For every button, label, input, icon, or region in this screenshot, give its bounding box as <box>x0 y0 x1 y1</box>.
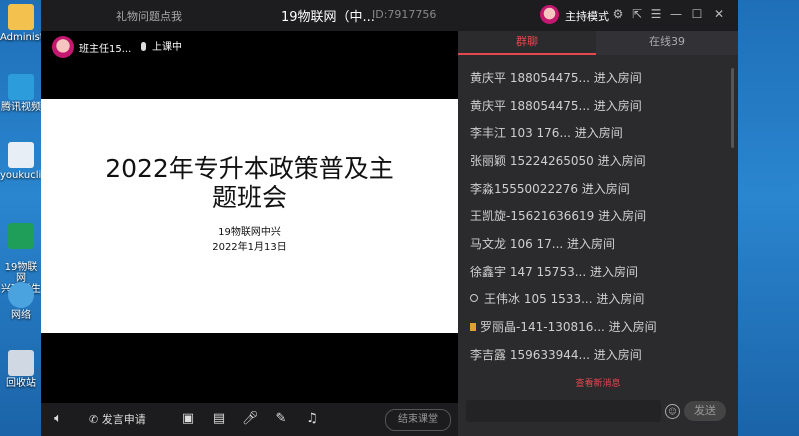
close-icon[interactable]: ✕ <box>711 6 727 22</box>
desktop-icon-tencent-video[interactable]: 腾讯视频 <box>0 74 42 113</box>
room-title: 19物联网（中... <box>281 10 375 25</box>
chat-panel: 群聊 在线39 黄庆平 188054475... 进入房间 黄庆平 188054… <box>458 31 738 436</box>
camera-off-icon[interactable]: ▣ <box>180 411 196 427</box>
chat-input[interactable] <box>466 400 661 422</box>
list-item: 马文龙 106 17... 进入房间 <box>470 237 616 251</box>
send-button[interactable]: 发送 <box>684 401 726 421</box>
gift-question-link[interactable]: 礼物问题点我 <box>116 8 182 24</box>
maximize-icon[interactable]: ☐ <box>689 6 705 22</box>
video-stage: 班主任15... 上课中 2022年专升本政策普及主 题班会 19物联网中兴 2… <box>41 31 458 403</box>
slide-title: 2022年专升本政策普及主 题班会 <box>81 154 418 212</box>
scrollbar[interactable] <box>731 68 734 148</box>
list-item-text: 罗丽晶-141-130816... 进入房间 <box>480 320 657 334</box>
list-item: 徐鑫宇 147 15753... 进入房间 <box>470 265 638 279</box>
host-avatar[interactable] <box>52 36 74 58</box>
desktop-icon-label: youkuclie <box>0 170 48 181</box>
class-status: 上课中 <box>141 38 182 53</box>
spreadsheet-icon <box>8 223 34 249</box>
edit-icon[interactable]: ✎ <box>273 411 289 427</box>
circle-icon <box>470 294 478 302</box>
recycle-bin-icon <box>8 350 34 376</box>
youku-icon <box>8 142 34 168</box>
music-icon[interactable]: ♫ <box>304 411 320 427</box>
list-item: 王伟冰 105 1533... 进入房间 <box>470 290 644 307</box>
desktop-icon-label: Administ <box>0 32 44 43</box>
gear-icon[interactable]: ⚙ <box>610 6 626 22</box>
list-item: 黄庆平 188054475... 进入房间 <box>470 99 642 113</box>
message-list: 黄庆平 188054475... 进入房间 黄庆平 188054475... 进… <box>458 64 738 414</box>
speaker-icon[interactable]: 🔈︎ <box>50 411 66 427</box>
speak-request-button[interactable]: ✆ 发言申请 <box>89 411 146 427</box>
view-new-messages-link[interactable]: 查看新消息 <box>458 376 738 389</box>
presentation-slide: 2022年专升本政策普及主 题班会 19物联网中兴 2022年1月13日 <box>41 99 458 333</box>
minimize-icon[interactable]: — <box>668 6 684 22</box>
menu-icon[interactable]: ☰ <box>648 6 664 22</box>
list-item: 罗丽晶-141-130816... 进入房间 <box>470 318 657 335</box>
slide-title-line-2: 题班会 <box>211 183 287 212</box>
desktop-icon-label: 网络 <box>11 310 31 321</box>
speak-request-label: 发言申请 <box>101 413 146 426</box>
desktop-icon-label: 回收站 <box>6 378 36 389</box>
emoji-icon[interactable]: ☺ <box>665 404 680 419</box>
list-item: 李淼15550022276 进入房间 <box>470 182 630 196</box>
list-item: 李丰江 103 176... 进入房间 <box>470 126 623 140</box>
tab-group-chat[interactable]: 群聊 <box>458 31 596 55</box>
list-item: 黄庆平 188054475... 进入房间 <box>470 71 642 85</box>
network-icon <box>8 282 34 308</box>
tab-online[interactable]: 在线39 <box>598 31 736 53</box>
classroom-window: 礼物问题点我 19物联网（中... ID:7917756 主持模式 ⚙ ⇱ ☰ … <box>41 0 738 436</box>
tencent-video-icon <box>8 74 34 100</box>
microphone-icon[interactable]: 🎤︎ <box>242 411 259 427</box>
list-item-text: 王伟冰 105 1533... 进入房间 <box>484 292 645 306</box>
desktop-icon-recycle-bin[interactable]: 回收站 <box>0 350 42 389</box>
title-bar: 礼物问题点我 19物联网（中... ID:7917756 主持模式 ⚙ ⇱ ☰ … <box>41 0 738 31</box>
bottom-toolbar: 🔈︎ ✆ 发言申请 ▣ ▤ 🎤︎ ✎ ♫ 结束课堂 <box>41 403 458 436</box>
desktop-icon-youku[interactable]: youkuclie <box>0 142 48 181</box>
desktop-icon-label: 腾讯视频 <box>1 102 41 113</box>
chat-tabs: 群聊 在线39 <box>458 31 738 55</box>
desktop-icon-administrator[interactable]: Administ <box>0 4 44 43</box>
list-item: 王凯旋-15621636619 进入房间 <box>470 209 647 223</box>
host-name: 班主任15... <box>79 44 132 55</box>
end-class-button[interactable]: 结束课堂 <box>385 409 451 431</box>
badge-icon <box>470 323 476 331</box>
phone-icon: ✆ <box>89 413 102 426</box>
external-link-icon[interactable]: ⇱ <box>629 6 645 22</box>
folder-icon <box>8 4 34 30</box>
room-id: ID:7917756 <box>372 8 437 21</box>
class-status-label: 上课中 <box>152 42 182 53</box>
microphone-icon <box>141 42 146 51</box>
desktop-icon-network[interactable]: 网络 <box>0 282 42 321</box>
avatar[interactable] <box>540 5 559 24</box>
slide-title-line-1: 2022年专升本政策普及主 <box>105 154 394 183</box>
host-mode-label[interactable]: 主持模式 <box>565 8 609 24</box>
list-item: 李吉露 159633944... 进入房间 <box>470 348 642 362</box>
slide-subtitle: 19物联网中兴 <box>218 227 281 238</box>
screen-share-icon[interactable]: ▤ <box>211 411 227 427</box>
list-item: 张丽颖 15224265050 进入房间 <box>470 154 646 168</box>
slide-date: 2022年1月13日 <box>212 242 287 253</box>
